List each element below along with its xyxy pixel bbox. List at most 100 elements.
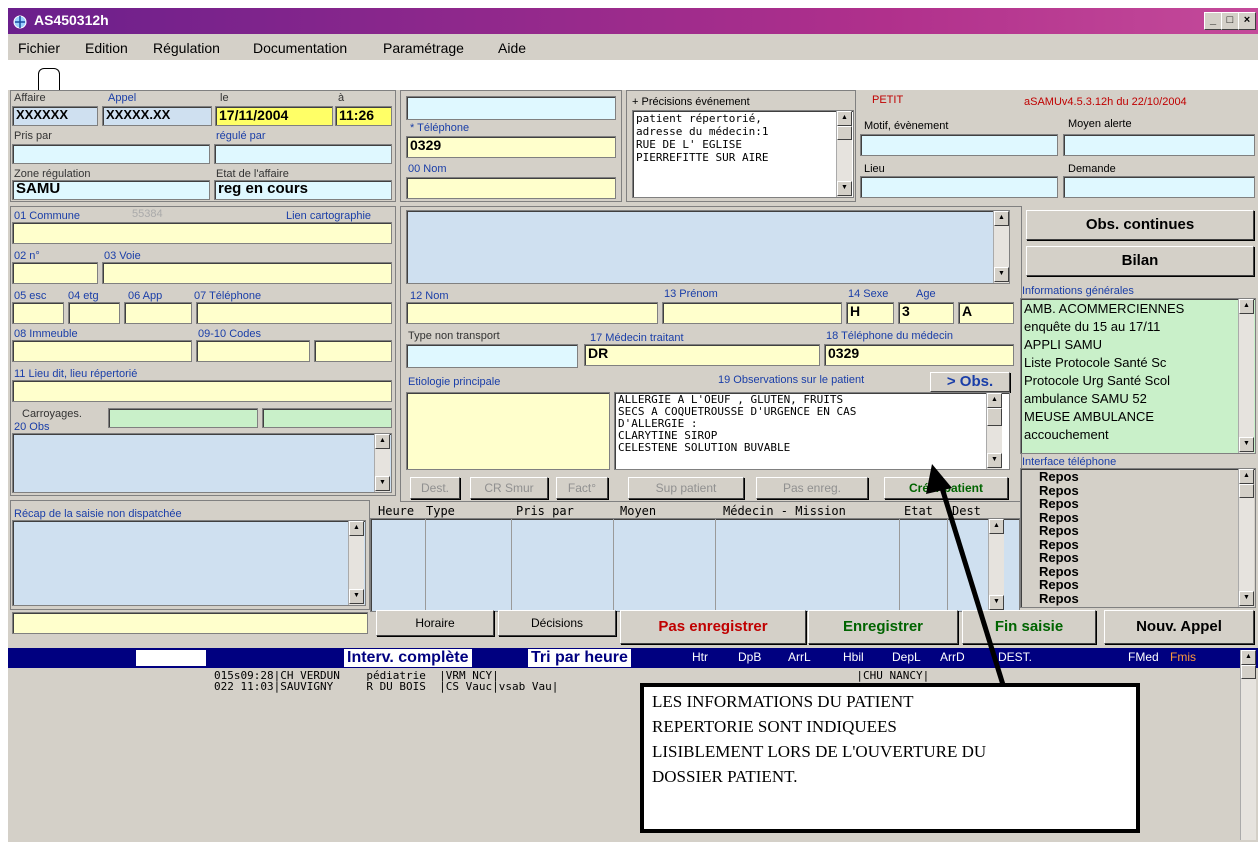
info-scrollbar[interactable]: ▲ ▼ <box>1238 299 1254 453</box>
pris-par-field[interactable] <box>12 144 210 164</box>
scroll-up-icon[interactable]: ▲ <box>375 434 390 449</box>
scroll-down-icon[interactable]: ▼ <box>375 476 390 491</box>
etat-field[interactable]: reg en cours <box>214 180 392 200</box>
scroll-down-icon[interactable]: ▼ <box>994 267 1009 282</box>
sup-patient-button[interactable]: Sup patient <box>628 477 744 499</box>
info-item[interactable]: APPLI SAMU <box>1024 336 1252 354</box>
intervention-row[interactable]: 022 11:03|SAUVIGNY R DU BOIS |CS Vauc|vs… <box>214 681 558 692</box>
age-field[interactable]: 3 <box>898 302 954 324</box>
horaire-button[interactable]: Horaire <box>376 610 494 636</box>
scroll-up-icon[interactable]: ▲ <box>1241 650 1256 665</box>
creer-patient-button[interactable]: Créer patient <box>884 477 1008 499</box>
app-field[interactable] <box>124 302 192 324</box>
lieu-dit-field[interactable] <box>12 380 392 402</box>
sexe-field[interactable]: H <box>846 302 894 324</box>
col-medecin-mission[interactable]: Médecin - Mission <box>723 504 846 518</box>
recap-scrollbar[interactable]: ▲ ▼ <box>348 521 364 605</box>
scroll-up-icon[interactable]: ▲ <box>989 519 1004 534</box>
immeuble-field[interactable] <box>12 340 192 362</box>
obs-adresse-textarea[interactable] <box>12 433 392 493</box>
etiologie-field[interactable] <box>406 392 610 470</box>
interv-complete-tab[interactable]: Interv. complète <box>344 649 472 667</box>
scroll-down-icon[interactable]: ▼ <box>837 181 852 196</box>
scroll-down-icon[interactable]: ▼ <box>987 453 1002 468</box>
menu-regulation[interactable]: Régulation <box>153 40 220 56</box>
nom-appelant-field[interactable] <box>406 177 616 199</box>
col-heure[interactable]: Heure <box>378 504 414 518</box>
menu-fichier[interactable]: Fichier <box>18 40 60 56</box>
demande-field[interactable] <box>1063 176 1255 198</box>
precisions-textarea[interactable]: patient répertorié, adresse du médecin:1… <box>632 110 854 198</box>
scroll-down-icon[interactable]: ▼ <box>349 589 364 604</box>
fact-button[interactable]: Fact° <box>556 477 608 499</box>
col-fmis[interactable]: Fmis <box>1170 650 1196 664</box>
info-generales-list[interactable]: AMB. ACOMMERCIENNES enquête du 15 au 17/… <box>1020 298 1256 454</box>
obs-button[interactable]: > Obs. <box>930 372 1010 392</box>
tab-dossier[interactable] <box>38 68 60 91</box>
type-transport-field[interactable] <box>406 344 578 368</box>
numero-field[interactable] <box>12 262 98 284</box>
obs-patient-scrollbar[interactable]: ▲ ▼ <box>986 393 1002 469</box>
maximize-button[interactable]: □ <box>1221 12 1239 30</box>
scroll-up-icon[interactable]: ▲ <box>837 111 852 126</box>
pas-enregistrer-button[interactable]: Pas enregistrer <box>620 610 806 644</box>
zone-field[interactable]: SAMU <box>12 180 210 200</box>
title-bar[interactable]: AS450312h _ □ × <box>8 8 1258 34</box>
scroll-up-icon[interactable]: ▲ <box>994 211 1009 226</box>
interface-telephone-list[interactable]: Repos Repos Repos Repos Repos Repos Repo… <box>1020 468 1256 608</box>
nouv-appel-button[interactable]: Nouv. Appel <box>1104 610 1254 644</box>
tel-adresse-field[interactable] <box>196 302 392 324</box>
interface-scrollbar[interactable]: ▲ ▼ <box>1238 469 1254 607</box>
minimize-button[interactable]: _ <box>1204 12 1222 30</box>
patient-history-area[interactable] <box>406 210 1010 284</box>
col-etat[interactable]: Etat <box>904 504 933 518</box>
enregistrer-button[interactable]: Enregistrer <box>808 610 958 644</box>
info-item[interactable]: Liste Protocole Santé Sc <box>1024 354 1252 372</box>
moyen-alerte-field[interactable] <box>1063 134 1255 156</box>
obs-continues-button[interactable]: Obs. continues <box>1026 210 1254 240</box>
regule-par-field[interactable] <box>214 144 392 164</box>
scroll-up-icon[interactable]: ▲ <box>1239 299 1254 314</box>
info-item[interactable]: MEUSE AMBULANCE <box>1024 408 1252 426</box>
mission-table[interactable] <box>370 518 1020 612</box>
cr-smur-button[interactable]: CR Smur <box>470 477 548 499</box>
motif-field[interactable] <box>860 134 1058 156</box>
col-dest[interactable]: DEST. <box>998 650 1032 664</box>
col-dpb[interactable]: DpB <box>738 650 761 664</box>
tri-par-heure-tab[interactable]: Tri par heure <box>528 649 631 667</box>
code2-field[interactable] <box>314 340 392 362</box>
info-item[interactable]: enquête du 15 au 17/11 <box>1024 318 1252 336</box>
col-type[interactable]: Type <box>426 504 455 518</box>
patient-history-scrollbar[interactable]: ▲ ▼ <box>993 211 1009 283</box>
mission-scrollbar[interactable]: ▲ ▼ <box>988 519 1004 611</box>
etg-field[interactable] <box>68 302 120 324</box>
col-arrd[interactable]: ArrD <box>940 650 965 664</box>
scroll-down-icon[interactable]: ▼ <box>1239 591 1254 606</box>
scroll-thumb[interactable] <box>1239 484 1254 498</box>
date-field[interactable]: 17/11/2004 <box>215 106 333 126</box>
prenom-field[interactable] <box>662 302 842 324</box>
carroyage2-field[interactable] <box>262 408 392 428</box>
close-button[interactable]: × <box>1238 12 1256 30</box>
telephone-field[interactable]: 0329 <box>406 136 616 158</box>
caller-top-field[interactable] <box>406 96 616 120</box>
scroll-down-icon[interactable]: ▼ <box>989 595 1004 610</box>
col-fmed[interactable]: FMed <box>1128 650 1159 664</box>
time-field[interactable]: 11:26 <box>335 106 392 126</box>
scroll-up-icon[interactable]: ▲ <box>1239 469 1254 484</box>
affaire-field[interactable]: XXXXXX <box>12 106 98 126</box>
recap-input[interactable] <box>12 612 368 634</box>
col-hbil[interactable]: Hbil <box>843 650 864 664</box>
carto-link[interactable]: Lien cartographie <box>286 210 371 222</box>
info-item[interactable]: ambulance SAMU 52 <box>1024 390 1252 408</box>
col-arrl[interactable]: ArrL <box>788 650 811 664</box>
menu-aide[interactable]: Aide <box>498 40 526 56</box>
age-unit-field[interactable]: A <box>958 302 1014 324</box>
precisions-scrollbar[interactable]: ▲ ▼ <box>836 111 852 197</box>
col-pris-par[interactable]: Pris par <box>516 504 574 518</box>
obs-adresse-scrollbar[interactable]: ▲ ▼ <box>374 434 390 492</box>
decisions-button[interactable]: Décisions <box>498 610 616 636</box>
code1-field[interactable] <box>196 340 310 362</box>
recap-area[interactable] <box>12 520 366 606</box>
obs-patient-textarea[interactable]: ALLERGIE A L'OEUF , GLUTEN, FRUITS SECS … <box>614 392 1010 470</box>
